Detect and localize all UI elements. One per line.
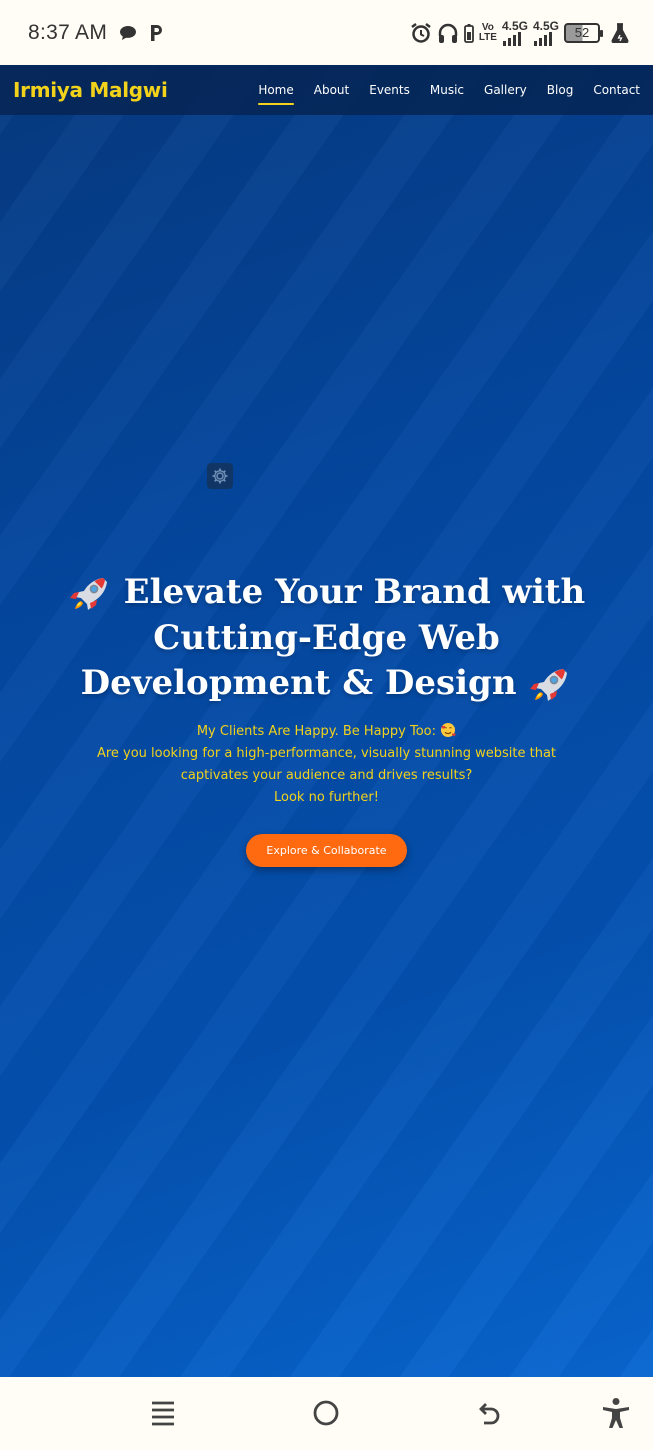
network-type-1: 4.5G xyxy=(501,18,528,33)
hero-title: Elevate Your Brand with Cutting-Edge Web… xyxy=(67,570,587,707)
nav-events[interactable]: Events xyxy=(369,79,410,101)
p-notification-icon xyxy=(149,24,163,42)
smiling-face-with-hearts-icon xyxy=(441,723,456,737)
hero-sub-text-1: My Clients Are Happy. Be Happy Too: xyxy=(196,724,436,739)
explore-collaborate-button[interactable]: Explore & Collaborate xyxy=(246,834,407,867)
system-nav-bar xyxy=(0,1377,653,1450)
message-bubble-icon xyxy=(119,25,137,41)
web-page: Irmiya Malgwi Home About Events Music Ga… xyxy=(0,65,653,1377)
headphones-icon xyxy=(437,22,459,44)
hero-section: Elevate Your Brand with Cutting-Edge Web… xyxy=(0,570,653,867)
nav-contact[interactable]: Contact xyxy=(593,79,640,101)
status-left: 8:37 AM xyxy=(28,21,163,45)
rocket-icon xyxy=(530,669,568,701)
nav-music[interactable]: Music xyxy=(430,79,464,101)
status-right: Vo LTE 4.5G 4.5G 52 xyxy=(410,20,629,46)
lab-flask-icon xyxy=(611,22,629,43)
hero-title-line-3: Development & Design xyxy=(67,661,587,707)
recents-icon[interactable] xyxy=(147,1397,179,1429)
site-navbar: Irmiya Malgwi Home About Events Music Ga… xyxy=(0,65,653,115)
back-icon[interactable] xyxy=(474,1397,506,1429)
nav-gallery[interactable]: Gallery xyxy=(484,79,527,101)
status-time: 8:37 AM xyxy=(28,20,108,44)
network-type-2: 4.5G xyxy=(532,18,559,33)
hero-title-text-3: Development & Design xyxy=(80,663,517,703)
accessibility-icon[interactable] xyxy=(600,1397,632,1429)
battery-icon: 52 xyxy=(564,22,603,43)
volte-icon: Vo LTE xyxy=(478,21,497,43)
site-nav: Home About Events Music Gallery Blog Con… xyxy=(238,79,640,105)
hero-title-line-1: Elevate Your Brand with xyxy=(67,570,587,616)
hero-sub-line-4: Look no further! xyxy=(274,790,379,805)
volte-bottom: LTE xyxy=(478,31,497,43)
site-brand[interactable]: Irmiya Malgwi xyxy=(13,78,168,102)
hero-subtitle: My Clients Are Happy. Be Happy Too: Are … xyxy=(0,721,653,809)
hero-sub-line-2: Are you looking for a high-performance, … xyxy=(96,746,557,761)
settings-gear-icon[interactable] xyxy=(207,463,233,489)
rocket-icon xyxy=(69,578,107,610)
alarm-icon xyxy=(410,22,432,44)
battery-saver-icon xyxy=(463,23,474,43)
nav-blog[interactable]: Blog xyxy=(547,79,574,101)
battery-level: 52 xyxy=(574,25,590,40)
hero-sub-line-3: captivates your audience and drives resu… xyxy=(180,768,473,783)
status-bar: 8:37 AM Vo LTE 4.5G 4.5G 52 xyxy=(0,0,653,65)
hero-title-line-2: Cutting-Edge Web xyxy=(153,618,500,658)
signal-icon: 4.5G xyxy=(533,20,559,46)
hero-sub-line-1: My Clients Are Happy. Be Happy Too: xyxy=(0,721,653,743)
signal-icon: 4.5G xyxy=(502,20,528,46)
home-icon[interactable] xyxy=(310,1397,342,1429)
hero-title-text-1: Elevate Your Brand with xyxy=(123,572,586,612)
nav-home[interactable]: Home xyxy=(258,79,295,105)
nav-about[interactable]: About xyxy=(314,79,349,101)
volte-top: Vo xyxy=(481,21,494,33)
